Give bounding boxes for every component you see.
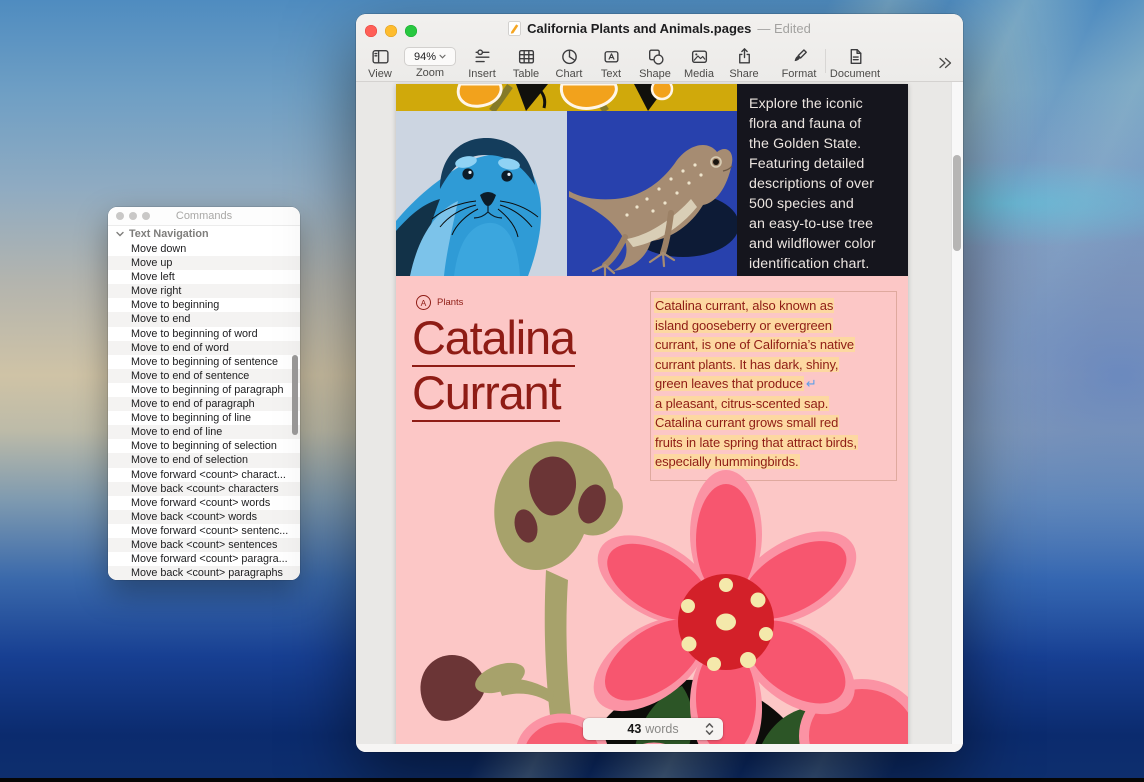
document-page[interactable]: Explore the iconicflora and fauna ofthe … — [396, 84, 908, 744]
commands-panel: Commands Text Navigation Move down Move … — [108, 207, 300, 580]
command-item[interactable]: Move to beginning of paragraph — [108, 383, 300, 397]
text-box-icon — [589, 46, 633, 67]
command-item[interactable]: Move to end of sentence — [108, 369, 300, 383]
intro-line: 500 species and — [749, 194, 900, 214]
toolbar-table-button[interactable]: Table — [504, 46, 548, 80]
command-group-header[interactable]: Text Navigation — [108, 226, 300, 242]
command-item[interactable]: Move to beginning — [108, 298, 300, 312]
intro-line: flora and fauna of — [749, 114, 900, 134]
intro-line: Explore the iconic — [749, 94, 900, 114]
command-item[interactable]: Move back <count> words — [108, 510, 300, 524]
command-item[interactable]: Move to end of selection — [108, 453, 300, 467]
command-group-label: Text Navigation — [129, 228, 209, 240]
commands-list: Move down Move up Move left Move right M… — [108, 242, 300, 580]
intro-text-box[interactable]: Explore the iconicflora and fauna ofthe … — [737, 84, 908, 276]
plants-section: A Plants Catalina Currant Catalina curra… — [396, 276, 908, 744]
word-count-value: 43 — [627, 722, 641, 736]
desktop-bottom-edge — [0, 778, 1144, 782]
commands-panel-title: Commands — [108, 210, 300, 222]
pages-toolbar: View 94% Zoom Insert — [356, 45, 963, 82]
pie-chart-icon — [547, 46, 591, 67]
pages-window: California Plants and Animals.pages — Ed… — [356, 14, 963, 752]
command-item[interactable]: Move left — [108, 270, 300, 284]
edited-status: — Edited — [757, 21, 810, 36]
command-item[interactable]: Move back <count> characters — [108, 482, 300, 496]
toolbar-format-button[interactable]: Format — [777, 46, 821, 80]
intro-line: identification chart. — [749, 254, 900, 274]
toolbar-text-button[interactable]: Text — [589, 46, 633, 80]
shapes-icon — [633, 46, 677, 67]
lizard-illustration[interactable] — [567, 111, 737, 276]
toolbar-overflow-button[interactable] — [931, 52, 959, 73]
pages-window-header: California Plants and Animals.pages — Ed… — [356, 14, 963, 82]
zoom-dropdown-button[interactable]: 94% — [404, 47, 456, 66]
paintbrush-icon — [777, 46, 821, 67]
chevron-down-icon — [116, 231, 124, 237]
line-break-symbol: ↵ — [806, 376, 817, 391]
seal-illustration[interactable] — [396, 111, 567, 276]
window-title: California Plants and Animals.pages — Ed… — [356, 21, 963, 36]
toolbar-separator — [825, 49, 826, 73]
category-badge[interactable]: A Plants — [416, 295, 463, 310]
command-item[interactable]: Move to end of word — [108, 341, 300, 355]
badge-label: Plants — [437, 297, 463, 308]
table-grid-icon — [504, 46, 548, 67]
toolbar-media-button[interactable]: Media — [677, 46, 721, 80]
document-title: California Plants and Animals.pages — [527, 21, 751, 36]
word-count-menu[interactable]: 43 words — [583, 718, 723, 740]
command-item[interactable]: Move back <count> sentences — [108, 538, 300, 552]
command-item[interactable]: Move right — [108, 284, 300, 298]
sidebar-icon — [358, 46, 402, 67]
window-bottom-frame — [356, 744, 963, 752]
toolbar-zoom-control: 94% Zoom — [402, 46, 458, 79]
command-item[interactable]: Move up — [108, 256, 300, 270]
photo-icon — [677, 46, 721, 67]
toolbar-insert-button[interactable]: Insert — [460, 46, 504, 80]
flower-illustration[interactable] — [396, 430, 908, 744]
toolbar-document-button[interactable]: Document — [827, 46, 883, 80]
command-item[interactable]: Move forward <count> words — [108, 496, 300, 510]
poppy-illustration[interactable] — [396, 84, 737, 111]
command-item[interactable]: Move to beginning of word — [108, 327, 300, 341]
toolbar-chart-button[interactable]: Chart — [547, 46, 591, 80]
badge-letter: A — [416, 295, 431, 310]
command-item[interactable]: Move to end of line — [108, 425, 300, 439]
word-count-label: words — [645, 722, 678, 736]
double-chevron-icon — [931, 52, 959, 73]
document-canvas: Explore the iconicflora and fauna ofthe … — [356, 82, 963, 744]
toolbar-share-button[interactable]: Share — [722, 46, 766, 80]
command-item[interactable]: Move to beginning of sentence — [108, 355, 300, 369]
intro-line: an easy-to-use tree — [749, 214, 900, 234]
toolbar-view-button[interactable]: View — [358, 46, 402, 80]
pages-document-icon — [508, 21, 521, 36]
command-item[interactable]: Move forward <count> charact... — [108, 468, 300, 482]
document-icon — [827, 46, 883, 67]
intro-line: and wildflower color — [749, 234, 900, 254]
chevron-down-icon — [439, 54, 446, 59]
scrollbar-track[interactable] — [951, 82, 963, 744]
toolbar-shape-button[interactable]: Shape — [633, 46, 677, 80]
command-item[interactable]: Move back <count> paragraphs — [108, 566, 300, 580]
command-item[interactable]: Move forward <count> sentenc... — [108, 524, 300, 538]
command-item[interactable]: Move to end — [108, 312, 300, 326]
command-item[interactable]: Move forward <count> paragra... — [108, 552, 300, 566]
intro-line: the Golden State. — [749, 134, 900, 154]
intro-line: descriptions of over — [749, 174, 900, 194]
command-item[interactable]: Move down — [108, 242, 300, 256]
commands-titlebar[interactable]: Commands — [108, 207, 300, 226]
commands-scrollbar-thumb[interactable] — [292, 355, 298, 435]
intro-line: Featuring detailed — [749, 154, 900, 174]
command-item[interactable]: Move to beginning of selection — [108, 439, 300, 453]
command-item[interactable]: Move to end of paragraph — [108, 397, 300, 411]
scrollbar-thumb[interactable] — [953, 155, 961, 251]
article-heading[interactable]: Catalina Currant — [412, 313, 575, 423]
share-icon — [722, 46, 766, 67]
insert-slider-icon — [460, 46, 504, 67]
up-down-chevrons-icon — [705, 722, 714, 736]
desktop-wallpaper: Commands Text Navigation Move down Move … — [0, 0, 1144, 782]
command-item[interactable]: Move to beginning of line — [108, 411, 300, 425]
